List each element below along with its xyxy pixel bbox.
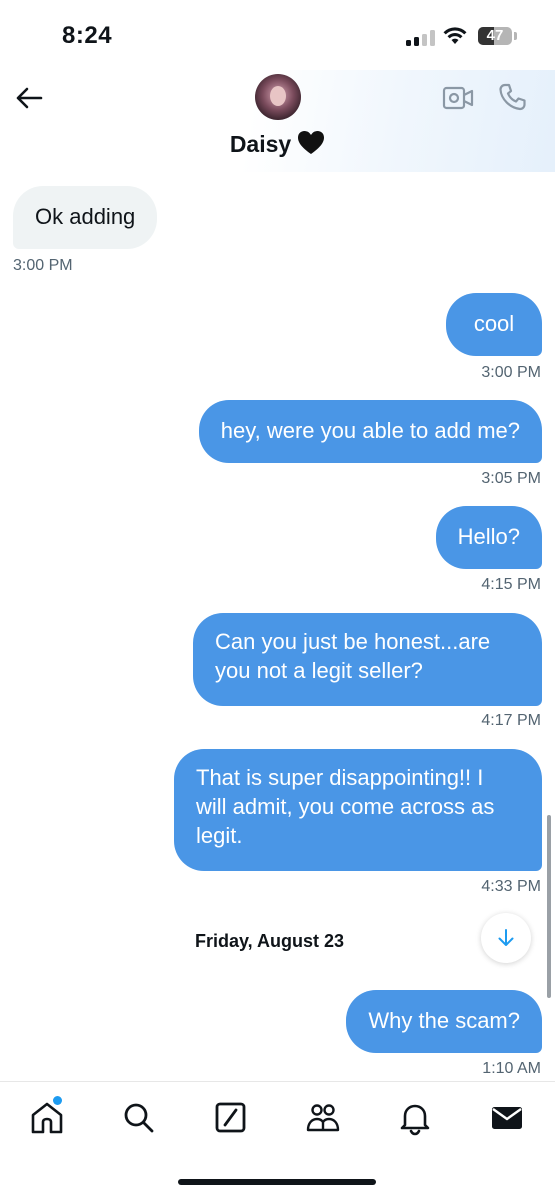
cellular-signal-icon [406,30,436,46]
message-bubble-incoming[interactable]: Ok adding [13,186,158,249]
message-bubble-outgoing[interactable]: That is super disappointing!! I will adm… [174,749,542,871]
message-bubble-outgoing[interactable]: Hello? [435,506,542,569]
nav-home[interactable] [27,1098,67,1138]
contact-name: Daisy [229,131,292,157]
search-icon [124,1103,154,1133]
date-divider: Friday, August 23 [195,931,345,951]
battery-nub [514,32,517,40]
home-notification-dot [53,1096,62,1105]
home-indicator [178,1179,376,1185]
conversation-header: Daisy [0,70,555,172]
black-heart-icon [298,131,325,154]
status-bar: 8:24 47 [0,0,555,70]
message-timestamp: 1:10 AM [482,1060,541,1077]
video-call-button[interactable] [442,84,474,117]
nav-search[interactable] [119,1098,159,1138]
wifi-icon [443,27,467,44]
message-bubble-outgoing[interactable]: Can you just be honest...are you not a l… [193,613,542,706]
message-timestamp: 3:00 PM [13,257,73,274]
status-time: 8:24 [62,22,113,49]
messages-icon [492,1107,522,1129]
message-bubble-outgoing[interactable]: hey, were you able to add me? [198,400,542,463]
voice-call-button[interactable] [498,82,528,117]
phone-icon [499,83,526,111]
message-timestamp: 3:05 PM [481,470,541,487]
message-timestamp: 4:15 PM [481,576,541,593]
contact-avatar[interactable] [255,74,301,120]
grok-icon [215,1102,246,1133]
battery-level: 47 [486,27,504,44]
nav-grok[interactable] [211,1098,251,1138]
home-icon [31,1102,63,1134]
notifications-icon [400,1104,430,1136]
nav-communities[interactable] [303,1098,343,1138]
message-bubble-outgoing[interactable]: cool [446,293,542,356]
message-bubble-outgoing[interactable]: Why the scam? [346,990,542,1053]
avatar-face [270,86,286,106]
battery-icon: 47 [478,27,512,45]
arrow-down-icon [498,929,514,946]
back-arrow-icon [16,87,43,109]
message-timestamp: 4:33 PM [481,878,541,895]
scroll-to-bottom-button[interactable] [481,913,531,963]
video-camera-icon [442,86,474,110]
nav-messages[interactable] [487,1098,527,1138]
message-timestamp: 4:17 PM [481,712,541,729]
message-timestamp: 3:00 PM [481,364,541,381]
contact-name-row[interactable]: Daisy [0,130,555,158]
communities-icon [306,1104,340,1132]
back-button[interactable] [12,82,46,116]
scrollbar[interactable] [547,815,551,998]
nav-notifications[interactable] [395,1098,435,1138]
